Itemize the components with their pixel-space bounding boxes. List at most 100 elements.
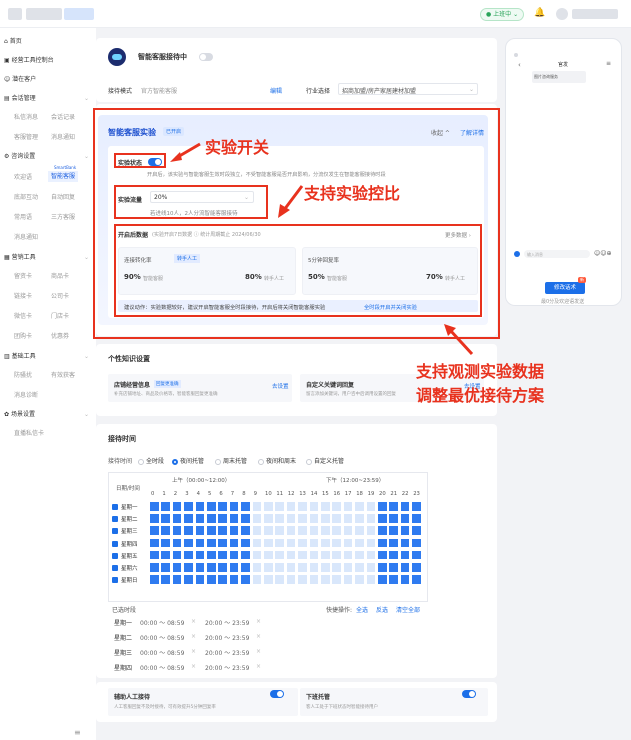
clear-button[interactable]: 清空全部: [396, 605, 420, 614]
time-cell[interactable]: [274, 549, 285, 561]
time-cell[interactable]: [149, 562, 160, 573]
time-cell[interactable]: [263, 525, 274, 536]
close-icon[interactable]: ×: [191, 633, 196, 640]
time-cell[interactable]: [377, 562, 388, 573]
time-cell[interactable]: [160, 513, 171, 524]
time-cell[interactable]: [388, 537, 399, 549]
time-cell[interactable]: [149, 501, 160, 512]
time-cell[interactable]: [149, 525, 160, 536]
time-cell[interactable]: [228, 501, 240, 512]
sidebar-item-smart-service[interactable]: 智能客服: [48, 171, 79, 182]
time-cell[interactable]: [274, 513, 285, 524]
time-cell[interactable]: [194, 525, 206, 536]
time-cell[interactable]: [331, 574, 342, 585]
time-cell[interactable]: [411, 574, 422, 585]
sidebar-item-console[interactable]: ▣ 经营工具控制台: [4, 56, 54, 65]
close-icon[interactable]: ×: [256, 618, 261, 625]
time-cell[interactable]: [240, 501, 251, 512]
time-cell[interactable]: [399, 562, 411, 573]
time-cell[interactable]: [183, 501, 194, 512]
sidebar-item-leads[interactable]: ☺ 潜在客户: [4, 75, 36, 84]
sidebar-item-diagnosis[interactable]: 消息诊断: [14, 391, 38, 400]
time-cell[interactable]: [308, 562, 320, 573]
time-cell[interactable]: [149, 574, 160, 585]
time-cell[interactable]: [228, 562, 240, 573]
time-cell[interactable]: [411, 513, 422, 524]
time-cell[interactable]: [206, 574, 217, 585]
sidebar-item-agents[interactable]: 客服管理: [14, 133, 38, 142]
time-cell[interactable]: [194, 501, 206, 512]
time-cell[interactable]: [217, 537, 228, 549]
time-cell[interactable]: [377, 574, 388, 585]
time-cell[interactable]: [388, 549, 399, 561]
time-cell[interactable]: [320, 562, 331, 573]
time-cell[interactable]: [194, 549, 206, 561]
time-cell[interactable]: [171, 574, 183, 585]
time-cell[interactable]: [274, 537, 285, 549]
time-cell[interactable]: [297, 537, 308, 549]
time-cell[interactable]: [194, 513, 206, 524]
status-badge[interactable]: ● 上班中 ⌄: [480, 8, 525, 21]
avatar[interactable]: [556, 8, 568, 20]
time-cell[interactable]: [399, 574, 411, 585]
sidebar-item-lead-card[interactable]: 留资卡: [14, 272, 32, 281]
close-icon[interactable]: ×: [191, 648, 196, 655]
menu-icon[interactable]: ≡: [606, 60, 611, 67]
time-cell[interactable]: [308, 513, 320, 524]
time-cell[interactable]: [240, 574, 251, 585]
sidebar-item-home[interactable]: ⌂ 首页: [4, 37, 22, 46]
time-cell[interactable]: [217, 574, 228, 585]
time-cell[interactable]: [354, 501, 365, 512]
time-cell[interactable]: [342, 537, 354, 549]
time-cell[interactable]: [365, 574, 377, 585]
time-cell[interactable]: [194, 537, 206, 549]
time-cell[interactable]: [297, 513, 308, 524]
time-cell[interactable]: [251, 574, 263, 585]
select-all-button[interactable]: 全选: [356, 605, 368, 614]
time-cell[interactable]: [377, 525, 388, 536]
time-cell[interactable]: [342, 574, 354, 585]
mode-option-night[interactable]: 夜间托管: [172, 456, 204, 465]
time-cell[interactable]: [308, 525, 320, 536]
time-cell[interactable]: [377, 501, 388, 512]
time-cell[interactable]: [331, 513, 342, 524]
sidebar-item-wechat-card[interactable]: 微信卡: [14, 312, 32, 321]
time-cell[interactable]: [263, 501, 274, 512]
time-cell[interactable]: [377, 537, 388, 549]
time-cell[interactable]: [308, 501, 320, 512]
time-cell[interactable]: [206, 549, 217, 561]
time-cell[interactable]: [263, 562, 274, 573]
time-cell[interactable]: [399, 513, 411, 524]
time-cell[interactable]: [331, 562, 342, 573]
industry-select[interactable]: 招商加盟/房产家居建材加盟 ⌄: [338, 83, 478, 95]
time-cell[interactable]: [331, 525, 342, 536]
time-cell[interactable]: [183, 562, 194, 573]
time-cell[interactable]: [183, 513, 194, 524]
time-cell[interactable]: [206, 537, 217, 549]
time-cell[interactable]: [399, 537, 411, 549]
time-cell[interactable]: [274, 562, 285, 573]
time-cell[interactable]: [251, 525, 263, 536]
time-cell[interactable]: [160, 574, 171, 585]
sidebar-item-phrases[interactable]: 常用语: [14, 213, 32, 222]
back-icon[interactable]: ‹: [518, 61, 521, 69]
close-icon[interactable]: ×: [256, 633, 261, 640]
time-cell[interactable]: [354, 562, 365, 573]
time-cell[interactable]: [399, 549, 411, 561]
time-cell[interactable]: [411, 525, 422, 536]
sidebar-item-company-card[interactable]: 公司卡: [51, 292, 69, 301]
time-cell[interactable]: [320, 525, 331, 536]
time-cell[interactable]: [228, 549, 240, 561]
collapse-icon[interactable]: ≡: [74, 728, 81, 737]
sidebar-group-session[interactable]: ▤ 会话管理: [4, 94, 36, 103]
time-cell[interactable]: [194, 574, 206, 585]
time-cell[interactable]: [320, 574, 331, 585]
time-cell[interactable]: [365, 537, 377, 549]
time-cell[interactable]: [354, 525, 365, 536]
sidebar-item-live-card[interactable]: 直播私信卡: [14, 429, 44, 438]
time-cell[interactable]: [160, 537, 171, 549]
time-cell[interactable]: [160, 549, 171, 561]
time-cell[interactable]: [388, 501, 399, 512]
time-cell[interactable]: [274, 525, 285, 536]
time-cell[interactable]: [365, 525, 377, 536]
